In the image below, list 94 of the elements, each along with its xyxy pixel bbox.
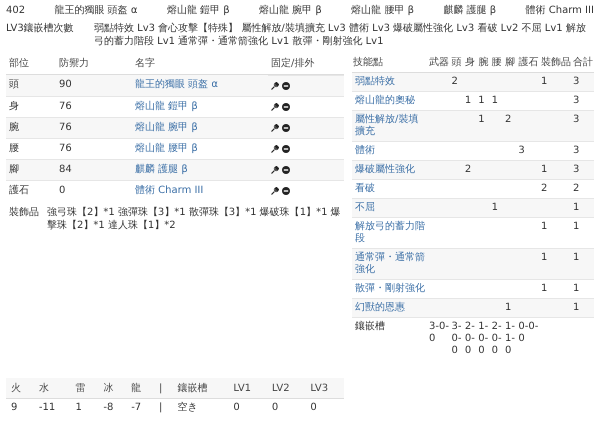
remove-icon[interactable] <box>282 166 290 174</box>
table-cell-text: 1 <box>572 302 580 314</box>
pin-icon[interactable] <box>271 187 279 195</box>
table-cell-text: 2 <box>540 183 548 195</box>
table-cell-text: 3 <box>572 76 580 88</box>
table-cell-text: 1 <box>540 252 548 264</box>
table-cell: 腳 <box>6 159 56 180</box>
table-cell: 1-1-0 <box>505 321 516 357</box>
armor-piece-label: 體術 Charm III <box>526 4 594 18</box>
remove-icon[interactable] <box>282 187 290 195</box>
build-number: 402 <box>6 4 26 18</box>
table-cell-text: 1 <box>478 95 486 107</box>
table-cell-text: 1 <box>572 283 580 295</box>
table-cell-text: 3 <box>518 145 526 157</box>
table-cell-text: 2 <box>452 76 459 88</box>
table-cell-text: 3 <box>572 95 580 107</box>
table-cell: -11 <box>34 398 71 417</box>
table-cell-text: 1 <box>492 202 500 214</box>
table-cell-text: 1 <box>540 283 548 295</box>
skill-link[interactable]: 散彈・剛射強化 <box>355 283 427 295</box>
table-cell-text: 3 <box>572 114 580 126</box>
decorations-label: 裝飾品 <box>9 206 39 220</box>
table-cell: 3-0-0 <box>429 321 450 345</box>
table-cell: -7 <box>126 398 154 417</box>
table-cell: 3-0-0 <box>452 321 463 357</box>
table-cell: 0 <box>56 180 132 201</box>
table-cell: 頭 <box>6 74 56 96</box>
column-header: 雷 <box>70 378 98 398</box>
table-cell: 0 <box>228 398 267 417</box>
table-cell: 護石 <box>6 180 56 201</box>
table-cell-text: 1 <box>492 95 500 107</box>
column-header: LV1 <box>228 378 267 398</box>
table-cell-text: 1 <box>478 114 486 126</box>
table-cell-text: 1-0-0 <box>478 321 490 357</box>
armor-piece-label: 熔山龍 鎧甲 β <box>166 4 230 18</box>
table-cell: 空き <box>172 398 228 417</box>
skills-summary: 弱點特效 Lv3 會心攻擊【特殊】 屬性解放/裝填擴充 Lv3 體術 Lv3 爆破屬性強化 Lv3 看破 Lv2 不屈 Lv1 解放弓的蓄力階段 Lv1 通常彈・通常箭強化 Lv1 散彈・剛射強化 Lv1 <box>94 22 587 48</box>
table-cell-text: 2 <box>464 164 472 176</box>
column-header: 火 <box>6 378 34 398</box>
pin-icon[interactable] <box>271 124 279 132</box>
remove-icon[interactable] <box>282 82 290 90</box>
table-cell: 76 <box>56 117 132 138</box>
table-cell: 1 <box>70 398 98 417</box>
armor-link[interactable]: 熔山龍 鎧甲 β <box>135 100 198 112</box>
table-cell-text: 1 <box>540 164 548 176</box>
column-header: LV3 <box>305 378 344 398</box>
armor-link[interactable]: 熔山龍 腰甲 β <box>135 142 198 154</box>
table-cell: 0-0-0 <box>518 321 539 345</box>
column-header: 鑲嵌槽 <box>172 378 228 398</box>
column-header: 龍 <box>126 378 154 398</box>
remove-icon[interactable] <box>282 124 290 132</box>
table-cell: 90 <box>56 74 132 96</box>
column-header: LV2 <box>266 378 306 398</box>
table-cell-text: 2 <box>572 183 580 195</box>
table-cell-text: 1 <box>505 302 512 314</box>
skill-link[interactable]: 看破 <box>355 183 427 195</box>
table-cell-text: 1 <box>540 221 548 233</box>
table-cell-text: 3 <box>572 145 580 157</box>
table-cell-text: 2 <box>505 114 512 126</box>
column-header: | <box>154 378 173 398</box>
table-cell: -8 <box>98 398 126 417</box>
table-cell-text: 1 <box>540 76 548 88</box>
remove-icon[interactable] <box>282 103 290 111</box>
skill-link[interactable]: 體術 <box>355 145 427 157</box>
table-cell: 腕 <box>6 117 56 138</box>
armor-link[interactable]: 體術 Charm III <box>135 184 204 196</box>
armor-piece-label: 麒麟 護腿 β <box>443 4 496 18</box>
table-cell-text: 2-0-0 <box>464 321 476 357</box>
armor-piece-label: 龍王的獨眼 頭盔 α <box>54 4 138 18</box>
table-cell: 0 <box>266 398 306 417</box>
decorations-list: 強弓珠【2】*1 強彈珠【3】*1 散彈珠【3】*1 爆破珠【1】*1 爆擊珠【2】*1 達人珠【1】*2 <box>47 206 341 232</box>
table-cell: 9 <box>6 398 34 417</box>
pin-icon[interactable] <box>271 166 279 174</box>
skill-link[interactable]: 解放弓的蓄力階段 <box>355 221 427 245</box>
column-header: 水 <box>34 378 71 398</box>
summary-label: LV3鑲嵌槽次數 <box>6 22 75 36</box>
table-cell: | <box>154 398 173 417</box>
table-cell-text: 1 <box>572 252 580 264</box>
pin-icon[interactable] <box>271 145 279 153</box>
table-cell: 0 <box>305 398 344 417</box>
skill-link[interactable]: 熔山龍的奧秘 <box>355 95 427 107</box>
armor-piece-label: 熔山龍 腕甲 β <box>259 4 322 18</box>
remove-icon[interactable] <box>282 145 290 153</box>
pin-icon[interactable] <box>271 82 279 90</box>
column-header: 冰 <box>98 378 126 398</box>
pin-icon[interactable] <box>271 103 279 111</box>
slot-label: 鑲嵌槽 <box>355 321 386 333</box>
table-cell-text: 2-0-0 <box>492 321 503 357</box>
table-cell-text: 3 <box>572 164 580 176</box>
table-cell: 84 <box>56 159 132 180</box>
table-cell-text: 1 <box>572 202 580 214</box>
table-cell-text: 1 <box>464 95 472 107</box>
table-cell-text: 1 <box>572 221 580 233</box>
armor-piece-label: 熔山龍 腰甲 β <box>351 4 414 18</box>
